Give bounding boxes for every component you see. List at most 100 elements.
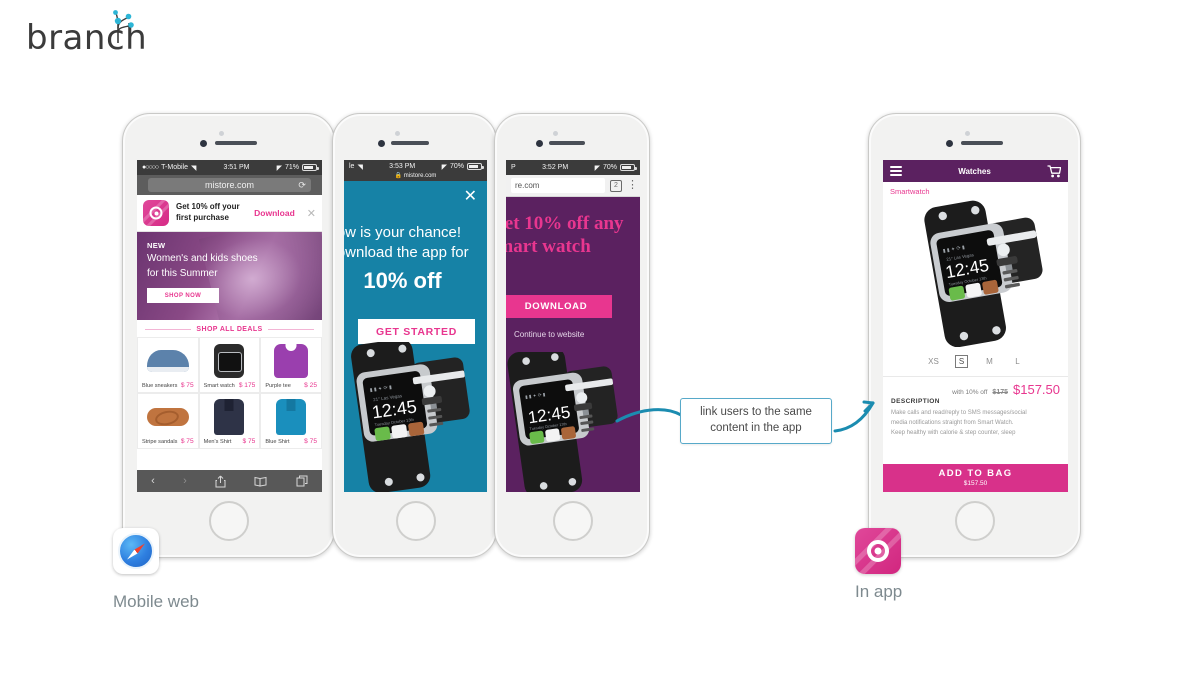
interstitial-teal: ✕ Now is your chance! Download the app f… bbox=[344, 181, 487, 492]
chrome-url-field[interactable]: re.com bbox=[511, 178, 605, 193]
product-card[interactable]: Blue sneakers $ 75 bbox=[137, 337, 199, 393]
branch-sprout-icon bbox=[113, 10, 134, 43]
phone1-screen: ●○○○○ T-Mobile ◥ 3:51 PM ◤ 71% mistore.c… bbox=[137, 160, 322, 492]
description-body: Make calls and read/reply to SMS message… bbox=[883, 408, 1068, 439]
phone-in-app: Watches Smartwatch ▮ ▮ ✦ ⟳ ▮ 21° Las Veg… bbox=[868, 113, 1081, 558]
battery-percent: 70% bbox=[602, 164, 617, 171]
carrier-label: T-Mobile bbox=[161, 164, 188, 171]
app-navbar: Watches bbox=[883, 160, 1068, 182]
headline-line1: Now is your chance! bbox=[344, 224, 462, 241]
safari-icon bbox=[113, 528, 159, 574]
close-icon[interactable]: ✕ bbox=[464, 189, 477, 205]
description-line3: Keep healthy with calorie & step counter… bbox=[891, 430, 1016, 437]
deals-section-header: SHOP ALL DEALS bbox=[137, 320, 322, 337]
description-heading: DESCRIPTION bbox=[891, 398, 940, 405]
smartwatch-image: ▮ ▮ ✦ ⟳ ▮ 21° Las Vegas 12:45 Tuesday Oc… bbox=[923, 200, 1043, 347]
interstitial-headline: Get 10% off any smart watch bbox=[506, 213, 634, 259]
safari-url-field[interactable]: mistore.com ⟳ bbox=[148, 178, 311, 192]
phone-mobile-web: ●○○○○ T-Mobile ◥ 3:51 PM ◤ 71% mistore.c… bbox=[122, 113, 335, 558]
home-button[interactable] bbox=[553, 501, 593, 541]
download-button[interactable]: DOWNLOAD bbox=[506, 295, 612, 318]
sensor-dot-icon bbox=[965, 131, 970, 136]
size-selector[interactable]: XS S M L bbox=[883, 348, 1068, 377]
reload-icon[interactable]: ⟳ bbox=[298, 180, 306, 191]
banner-download-button[interactable]: Download bbox=[254, 208, 295, 218]
product-card[interactable]: Smart watch $ 175 bbox=[198, 337, 261, 393]
front-camera-icon bbox=[536, 140, 543, 147]
callout-line1: link users to the same bbox=[700, 406, 812, 419]
slide-canvas: branch ●○○○○ T-Mobile ◥ 3:51 PM ◤ 71% mi… bbox=[0, 0, 1200, 675]
mobile-web-label: Mobile web bbox=[113, 592, 199, 611]
phone2-bezel bbox=[333, 114, 496, 164]
description-line1: Make calls and read/reply to SMS message… bbox=[891, 410, 1027, 416]
current-price: $157.50 bbox=[1013, 382, 1060, 397]
size-option-xs[interactable]: XS bbox=[927, 355, 940, 368]
hamburger-icon[interactable] bbox=[890, 166, 902, 176]
product-price: $ 75 bbox=[180, 382, 194, 389]
product-name: Purple tee bbox=[265, 383, 291, 389]
size-option-m[interactable]: M bbox=[983, 355, 996, 368]
smartwatch-image: ▮ ▮ ✦ ⟳ ▮ 21° Las Vegas 12:45 Tuesday Oc… bbox=[351, 342, 470, 492]
product-price: $ 175 bbox=[238, 382, 256, 389]
home-button[interactable] bbox=[955, 501, 995, 541]
product-image bbox=[276, 399, 307, 435]
banner-line1: Get 10% off your bbox=[176, 202, 240, 212]
continue-to-website-link[interactable]: Continue to website bbox=[514, 330, 584, 339]
back-icon[interactable]: ‹ bbox=[151, 475, 155, 487]
hero-banner[interactable]: NEW Women's and kids shoes for this Summ… bbox=[137, 232, 322, 320]
product-name: Men's Shirt bbox=[203, 439, 232, 445]
product-card[interactable]: Men's Shirt $ 75 bbox=[198, 393, 261, 449]
chrome-url-bar[interactable]: re.com 2 ⋮ bbox=[506, 175, 640, 197]
safari-toolbar[interactable]: ‹ › bbox=[137, 470, 322, 492]
tab-count-icon[interactable]: 2 bbox=[610, 179, 622, 192]
overflow-menu-icon[interactable]: ⋮ bbox=[627, 180, 638, 190]
hero-eyebrow: NEW bbox=[147, 241, 166, 250]
product-grid: Blue sneakers $ 75 Smart watch $ 175 Pur… bbox=[137, 337, 322, 449]
book-icon[interactable] bbox=[254, 476, 267, 487]
interstitial-headline: Now is your chance! Download the app for… bbox=[344, 223, 479, 296]
url-text: mistore.com bbox=[204, 180, 254, 190]
product-name: Stripe sandals bbox=[142, 439, 178, 445]
cart-icon[interactable] bbox=[1047, 164, 1061, 178]
size-option-l[interactable]: L bbox=[1011, 355, 1024, 368]
tabs-icon[interactable] bbox=[296, 475, 308, 487]
home-button[interactable] bbox=[209, 501, 249, 541]
earpiece-speaker-icon bbox=[391, 141, 429, 145]
forward-icon[interactable]: › bbox=[183, 475, 187, 487]
product-hero-image[interactable]: ▮ ▮ ✦ ⟳ ▮ 21° Las Vegas 12:45 Tuesday Oc… bbox=[883, 196, 1068, 348]
front-camera-icon bbox=[946, 140, 953, 147]
product-card[interactable]: Purple tee $ 25 bbox=[260, 337, 322, 393]
callout-box: link users to the same content in the ap… bbox=[680, 398, 832, 444]
breadcrumb[interactable]: Smartwatch bbox=[883, 182, 1068, 196]
smart-app-banner[interactable]: Get 10% off your first purchase Download… bbox=[137, 195, 322, 232]
get-started-button[interactable]: GET STARTED bbox=[358, 319, 475, 344]
battery-icon bbox=[620, 164, 637, 171]
phone4-screen: Watches Smartwatch ▮ ▮ ✦ ⟳ ▮ 21° Las Veg… bbox=[883, 160, 1068, 492]
safari-url-bar[interactable]: mistore.com ⟳ bbox=[137, 175, 322, 195]
product-name: Smart watch bbox=[203, 383, 235, 389]
wifi-icon: ◥ bbox=[190, 164, 197, 172]
product-price: $ 75 bbox=[304, 438, 317, 445]
size-option-s[interactable]: S bbox=[955, 355, 968, 368]
location-icon: ◤ bbox=[594, 164, 600, 172]
phone-interstitial-ios: le ◥ 3:53 PM ◤ 70% 🔒 mistore.com ✕ w is … bbox=[332, 113, 497, 558]
product-price: $ 75 bbox=[180, 438, 194, 445]
carrier-label: P bbox=[511, 164, 516, 171]
url-text: re.com bbox=[515, 181, 540, 190]
hero-headline: Women's and kids shoes for this Summer bbox=[147, 253, 258, 279]
home-button[interactable] bbox=[396, 501, 436, 541]
sensor-dot-icon bbox=[395, 131, 400, 136]
phone2-screen: le ◥ 3:53 PM ◤ 70% 🔒 mistore.com ✕ w is … bbox=[344, 160, 487, 492]
product-name: Blue sneakers bbox=[142, 383, 178, 389]
add-to-bag-button[interactable]: ADD TO BAG $157.50 bbox=[883, 464, 1068, 492]
product-card[interactable]: Blue Shirt $ 75 bbox=[260, 393, 322, 449]
earpiece-speaker-icon bbox=[961, 141, 1003, 145]
share-icon[interactable] bbox=[215, 475, 226, 488]
battery-percent: 70% bbox=[449, 163, 464, 170]
earpiece-speaker-icon bbox=[215, 141, 257, 145]
close-icon[interactable]: ✕ bbox=[302, 207, 316, 220]
url-text: mistore.com bbox=[403, 172, 437, 179]
shop-now-button[interactable]: SHOP NOW bbox=[147, 288, 219, 303]
product-card[interactable]: Stripe sandals $ 75 bbox=[137, 393, 199, 449]
banner-text: Get 10% off your first purchase bbox=[176, 202, 247, 224]
